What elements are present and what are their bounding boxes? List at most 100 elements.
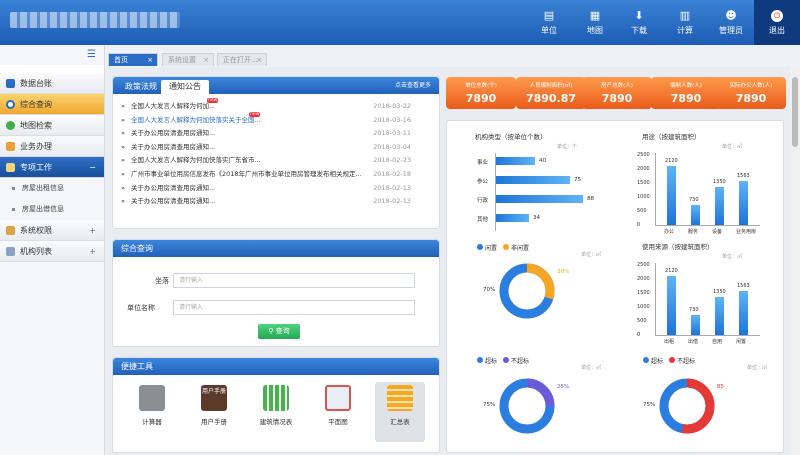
y-tick: 2000	[637, 166, 650, 172]
scrollbar[interactable]	[790, 67, 800, 455]
sidebar-item-query[interactable]: 综合查询	[0, 94, 104, 115]
top-header: ▤ 单位 ▦ 地图 ⬇ 下载 ▥ 计算 ☻ 管理员 ⏻ 退出	[0, 0, 800, 45]
tool-building-table[interactable]: 建筑情况表	[251, 382, 301, 442]
sidebar-item-data-ledger[interactable]: 数据台账	[0, 73, 104, 94]
donut-svg	[499, 263, 555, 319]
news-date: 2018-03-04	[373, 142, 411, 151]
chart-unit: 单位：㎡	[722, 254, 743, 260]
slice-label: 75%	[483, 402, 496, 408]
unit-icon: ▤	[543, 9, 555, 22]
news-title[interactable]: 全国人大发言人解释为何加快落实关于全国...	[131, 114, 261, 127]
news-title[interactable]: 关于办公用房清查用房通知...	[131, 141, 215, 154]
tool-floorplan[interactable]: 平面图	[313, 382, 363, 442]
more-link[interactable]: 点击查看更多	[395, 77, 431, 94]
news-title[interactable]: 关于办公用房清查用房通知...	[131, 127, 215, 140]
nav-calculate[interactable]: ▥ 计算	[662, 0, 708, 45]
slice-label: 85	[717, 384, 724, 390]
tab-settings[interactable]: 系统设置 ×	[162, 53, 214, 66]
collapse-icon[interactable]: −	[89, 157, 96, 178]
news-item[interactable]: » 关于办公用房清查用房通知... 2018-02-13	[121, 195, 411, 208]
location-label: 坐落	[155, 277, 169, 285]
expand-icon[interactable]: +	[89, 220, 96, 241]
news-date: 2018-03-11	[373, 129, 411, 138]
bar	[691, 204, 700, 225]
news-title[interactable]: 全国人大发言人解释为何加快落实广东省市...	[131, 154, 261, 167]
tool-manual[interactable]: 用户手册 用户手册	[189, 382, 239, 442]
y-tick: 0	[637, 222, 641, 228]
news-title[interactable]: 全国人大发言人解释为何加...	[131, 100, 215, 113]
unit-name-input[interactable]: 请行输入	[173, 300, 415, 315]
sidebar-item-business[interactable]: 业务办理	[0, 136, 104, 157]
data-label: 88	[587, 196, 594, 202]
power-icon: ⏻	[771, 10, 783, 22]
bar	[667, 165, 676, 225]
x-tick: 办公	[664, 229, 675, 235]
notice-panel: 政策法规 通知公告 点击查看更多 » 全国人大发言人解释为何加... new 2018…	[112, 76, 440, 229]
nav-download[interactable]: ⬇ 下载	[616, 0, 662, 45]
x-axis	[655, 225, 760, 226]
legend-label: 非闲置	[511, 245, 530, 252]
legend-label: 不超标	[677, 358, 696, 365]
tool-summary-table[interactable]: 汇总表	[375, 382, 425, 442]
sidebar-subitem-rent[interactable]: 房屋出租信息	[0, 178, 104, 199]
news-item[interactable]: » 全国人大发言人解释为何加快落实广东省市... 2018-02-23	[121, 154, 411, 167]
legend-swatch	[503, 244, 510, 250]
data-label: 75	[574, 177, 581, 183]
nav-map[interactable]: ▦ 地图	[572, 0, 618, 45]
tab-notice[interactable]: 通知公告	[161, 80, 209, 94]
news-item[interactable]: » 关于办公用房清查用房通知... 2018-03-04	[121, 141, 411, 154]
close-icon[interactable]: ×	[147, 54, 153, 67]
location-input[interactable]: 请行输入	[173, 273, 415, 288]
tools-header: 便捷工具	[113, 358, 439, 375]
close-icon[interactable]: ×	[203, 54, 209, 67]
sidebar-item-org-list[interactable]: 机构列表 +	[0, 241, 104, 262]
news-item[interactable]: » 全国人大发言人解释为何加快落实关于全国... new 2018-03-16	[121, 111, 411, 127]
news-item[interactable]: » 关于办公用房清查用房通知... 2018-02-13	[121, 182, 411, 195]
summary-table-icon	[387, 385, 413, 411]
close-icon[interactable]: ×	[256, 54, 262, 67]
scrollbar-thumb[interactable]	[792, 77, 798, 147]
news-title[interactable]: 关于办公用房清查用房通知...	[131, 182, 215, 195]
query-panel: 综合查询 坐落 请行输入 单位名称 请行输入 ⚲ 查询	[112, 239, 440, 347]
y-tick: 1500	[637, 180, 650, 186]
sidebar-subitem-lend[interactable]: 房屋出借信息	[0, 199, 104, 220]
sidebar-item-permissions[interactable]: 系统权限 +	[0, 220, 104, 241]
search-button[interactable]: ⚲ 查询	[258, 324, 300, 339]
building-table-icon	[263, 385, 289, 411]
bullet-icon: »	[121, 156, 125, 165]
chart-title: 使用来源（按建筑面积）	[642, 243, 714, 251]
nav-logout[interactable]: ⏻ 退出	[754, 0, 800, 45]
y-tick: 500	[637, 318, 647, 324]
news-title[interactable]: 广州市事业单位用房信息发布《2018年广州市事业单位用房管理发布相关规定...	[131, 168, 362, 181]
tab-home[interactable]: 首页 ×	[108, 53, 158, 66]
bullet-icon: »	[121, 142, 125, 151]
news-item[interactable]: » 全国人大发言人解释为何加... new 2018-03-22	[121, 98, 411, 113]
legend-swatch	[503, 357, 510, 363]
bar	[715, 297, 724, 335]
data-label: 730	[689, 196, 699, 203]
tab-opening[interactable]: 正在打开... ×	[217, 53, 267, 66]
tab-policy[interactable]: 政策法规	[117, 80, 165, 94]
sidebar-item-map-search[interactable]: 地图检索	[0, 115, 104, 136]
legend-swatch	[643, 357, 649, 363]
x-tick: 服务	[688, 229, 699, 235]
chart-title: 机构类型（按单位个数）	[475, 133, 547, 141]
news-title[interactable]: 关于办公用房清查用房通知...	[131, 195, 215, 208]
chart-unit: 单位：㎡	[722, 144, 743, 150]
sidebar-item-special-work[interactable]: 专项工作 −	[0, 157, 104, 178]
nav-unit[interactable]: ▤ 单位	[526, 0, 572, 45]
y-tick: 1000	[637, 194, 650, 200]
bullet-icon: »	[121, 197, 125, 206]
legend-swatch	[669, 357, 676, 363]
expand-icon[interactable]: +	[89, 241, 96, 262]
news-date: 2018-02-18	[373, 170, 411, 178]
y-tick: 2500	[637, 152, 650, 158]
tool-calculator[interactable]: 计算器	[127, 382, 177, 442]
menu-toggle-icon[interactable]: ☰	[0, 45, 104, 65]
nav-admin[interactable]: ☻ 管理员	[708, 0, 754, 45]
news-item[interactable]: » 关于办公用房清查用房通知... 2018-03-11	[121, 127, 411, 140]
news-date: 2018-02-13	[373, 183, 411, 192]
news-item[interactable]: » 广州市事业单位用房信息发布《2018年广州市事业单位用房管理发布相关规定...…	[121, 168, 411, 181]
y-tick: 0	[637, 332, 641, 338]
map-pin-icon	[6, 121, 15, 130]
